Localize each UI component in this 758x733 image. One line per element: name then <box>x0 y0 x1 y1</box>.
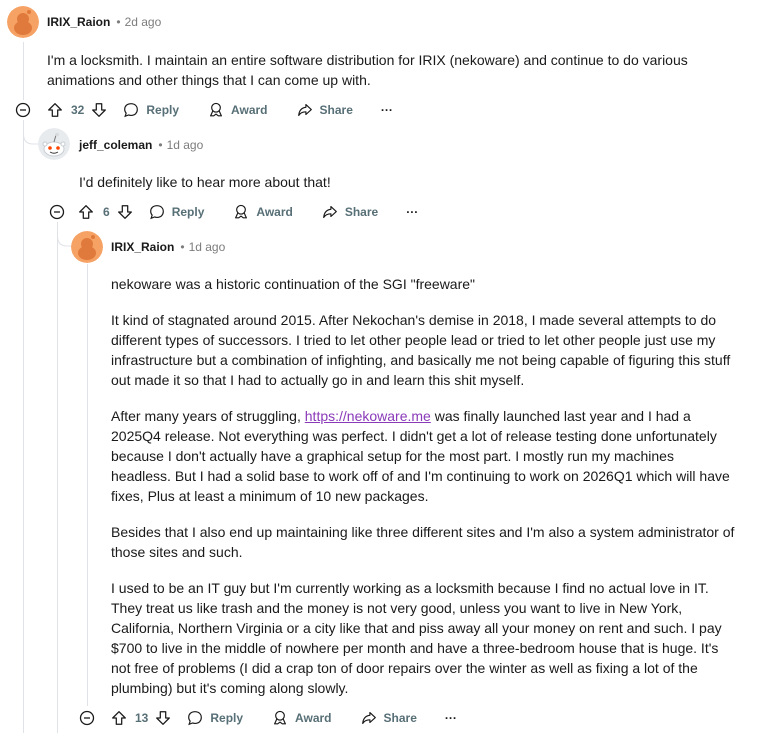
award-icon <box>274 710 287 725</box>
meta-separator: • <box>116 15 121 29</box>
nekoware-link[interactable]: https://nekoware.me <box>305 408 431 424</box>
award-button[interactable]: Award <box>232 203 293 221</box>
reply-button[interactable]: Reply <box>148 203 205 221</box>
comment-meta: IRIX_Raion • 1d ago <box>111 240 225 254</box>
reply-button[interactable]: Reply <box>186 709 243 727</box>
timestamp[interactable]: 1d ago <box>167 138 204 152</box>
downvote-icon[interactable] <box>90 101 108 119</box>
award-label: Award <box>256 205 293 219</box>
comment-paragraph: After many years of struggling, https://… <box>111 406 735 506</box>
reply-label: Reply <box>210 711 244 725</box>
avatar[interactable] <box>7 6 39 38</box>
award-icon <box>235 204 248 219</box>
collapse-icon[interactable] <box>79 710 95 726</box>
collapse-icon[interactable] <box>15 102 31 118</box>
upvote-icon[interactable] <box>77 203 95 221</box>
avatar[interactable] <box>38 128 70 160</box>
comment-meta: jeff_coleman • 1d ago <box>79 138 203 152</box>
comment-paragraph: nekoware was a historic continuation of … <box>111 276 476 292</box>
reply-icon <box>188 711 203 726</box>
comment-paragraph: It kind of stagnated around 2015. After … <box>111 312 731 388</box>
share-icon <box>361 712 376 724</box>
reply-label: Reply <box>171 205 205 219</box>
comment-paragraph: Besides that I also end up maintaining l… <box>111 524 735 560</box>
comment-body: I'm a locksmith. I maintain an entire so… <box>47 50 737 90</box>
more-options-icon[interactable]: ··· <box>406 205 418 219</box>
paragraph-text: After many years of struggling, <box>111 408 305 424</box>
timestamp[interactable]: 2d ago <box>125 15 162 29</box>
share-button[interactable]: Share <box>296 101 353 119</box>
comment-body: I'd definitely like to hear more about t… <box>79 172 729 192</box>
reply-icon <box>149 205 164 220</box>
avatar[interactable] <box>71 231 103 263</box>
comment-meta: IRIX_Raion • 2d ago <box>47 15 161 29</box>
thread-line <box>23 42 24 100</box>
reply-icon <box>124 103 139 118</box>
share-label: Share <box>319 103 353 117</box>
comment-actions: 32 Reply Award Share ··· <box>46 98 393 122</box>
share-label: Share <box>383 711 417 725</box>
timestamp[interactable]: 1d ago <box>189 240 226 254</box>
share-icon <box>322 206 337 218</box>
share-icon <box>297 104 312 116</box>
share-label: Share <box>344 205 379 219</box>
award-icon <box>210 102 223 117</box>
vote-count: 32 <box>71 103 85 117</box>
award-button[interactable]: Award <box>207 101 268 119</box>
reply-button[interactable]: Reply <box>122 101 179 119</box>
award-button[interactable]: Award <box>271 709 332 727</box>
comment-actions: 13 Reply Award Share ··· <box>110 706 457 730</box>
share-button[interactable]: Share <box>360 709 417 727</box>
vote-count: 6 <box>103 205 110 219</box>
more-options-icon[interactable]: ··· <box>381 103 393 117</box>
downvote-icon[interactable] <box>154 709 172 727</box>
vote-count: 13 <box>135 711 149 725</box>
award-label: Award <box>231 103 268 117</box>
meta-separator: • <box>158 138 163 152</box>
author-name[interactable]: jeff_coleman <box>79 138 152 152</box>
comment-paragraph: I'd definitely like to hear more about t… <box>79 174 331 190</box>
thread-line <box>57 222 58 733</box>
author-name[interactable]: IRIX_Raion <box>47 15 110 29</box>
comment-actions: 6 Reply Award Share ··· <box>77 200 418 224</box>
comment-paragraph: I used to be an IT guy but I'm currently… <box>111 580 722 696</box>
thread-line <box>23 124 24 733</box>
share-button[interactable]: Share <box>321 203 378 221</box>
thread-line <box>87 264 88 706</box>
reply-label: Reply <box>146 103 180 117</box>
author-name[interactable]: IRIX_Raion <box>111 240 174 254</box>
upvote-icon[interactable] <box>110 709 128 727</box>
meta-separator: • <box>180 240 185 254</box>
more-options-icon[interactable]: ··· <box>445 711 457 725</box>
collapse-icon[interactable] <box>49 204 65 220</box>
comment-body: nekoware was a historic continuation of … <box>111 274 735 698</box>
award-label: Award <box>295 711 332 725</box>
comment-paragraph: I'm a locksmith. I maintain an entire so… <box>47 52 688 88</box>
downvote-icon[interactable] <box>116 203 134 221</box>
upvote-icon[interactable] <box>46 101 64 119</box>
